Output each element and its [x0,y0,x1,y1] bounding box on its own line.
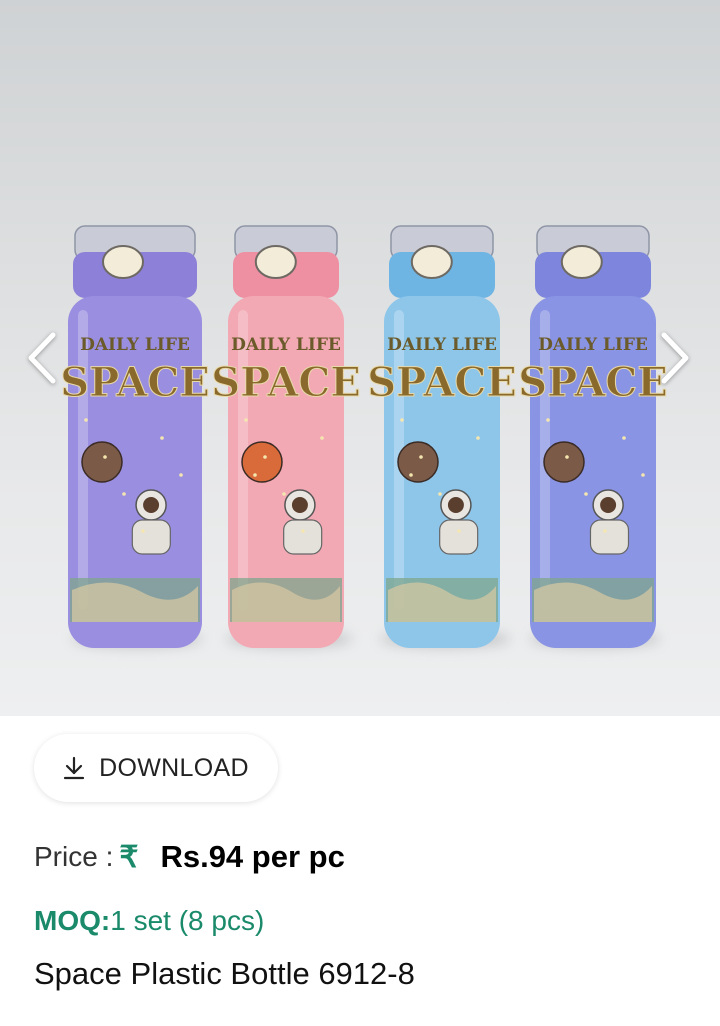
star-dot [282,492,286,496]
moq-row: MOQ:1 set (8 pcs) [34,905,264,937]
product-title: Space Plastic Bottle 6912-8 [34,956,415,991]
star-dot [301,529,305,533]
moq-value: 1 set (8 pcs) [110,905,265,936]
bottle-print-main: SPACE [367,359,516,406]
astronaut-suit [283,519,323,555]
star-dot [622,436,626,440]
astronaut-face [447,497,464,513]
cap-button [410,245,453,279]
star-dot [409,473,413,477]
bottle-print-main: SPACE [60,359,209,406]
rupee-icon: ₹ [119,840,139,874]
planet-graphic [81,441,123,483]
star-dot [400,418,404,422]
star-dot [565,455,569,459]
star-dot [584,492,588,496]
star-dot [263,455,267,459]
bottle-2: DAILY LIFE SPACE [211,225,361,648]
cap-button [254,245,297,279]
star-dot [476,436,480,440]
star-dot [160,436,164,440]
star-dot [603,529,607,533]
product-photo: DAILY LIFESPACEDAILY LIFESPACEDAILY LIFE… [60,225,668,648]
chevron-right-icon [661,332,689,384]
bottle-print-top: DAILY LIFE [538,335,648,355]
price-row: Price : ₹ Rs.94 per pc [34,832,345,882]
planet-graphic [241,441,283,483]
chevron-left-icon [28,332,56,384]
bottle-print-top: DAILY LIFE [387,335,497,355]
price-value: Rs.94 per pc [160,837,345,877]
astronaut-face [600,497,617,513]
cap-button [560,245,603,279]
bottle-4: DAILY LIFE SPACE [518,225,668,648]
astronaut-face [291,497,308,513]
star-dot [419,455,423,459]
planet-graphic [543,441,585,483]
star-dot [253,473,257,477]
astronaut-suit [589,519,630,555]
product-image-gallery[interactable]: DAILY LIFE SPACE DAILY LIFE SPACE DAILY LIFE… [0,0,720,716]
star-dot [457,529,461,533]
star-dot [179,473,183,477]
bottle-print-top: DAILY LIFE [231,335,341,355]
star-dot [122,492,126,496]
bottle-print-main: SPACE [211,359,360,406]
astronaut-face [143,497,160,513]
astronaut-suit [439,519,479,555]
next-image-button[interactable] [655,328,695,388]
bottle-print-main: SPACE [518,359,667,406]
bottle-print-top: DAILY LIFE [80,335,190,355]
star-dot [438,492,442,496]
star-dot [320,436,324,440]
planet-graphic [397,441,439,483]
cap-button [102,245,144,279]
download-button[interactable]: DOWNLOAD [34,734,278,802]
star-dot [103,455,107,459]
star-dot [244,418,248,422]
bottle-3: DAILY LIFE SPACE [367,225,517,648]
price-label: Price : [34,841,114,872]
astronaut-suit [131,519,171,555]
star-dot [84,418,88,422]
moq-label: MOQ: [34,905,111,936]
star-dot [546,418,550,422]
star-dot [141,529,145,533]
previous-image-button[interactable] [22,328,62,388]
bottle-1: DAILY LIFE SPACE [60,225,210,648]
star-dot [641,473,645,477]
download-icon [64,756,85,780]
download-label: DOWNLOAD [99,753,249,782]
